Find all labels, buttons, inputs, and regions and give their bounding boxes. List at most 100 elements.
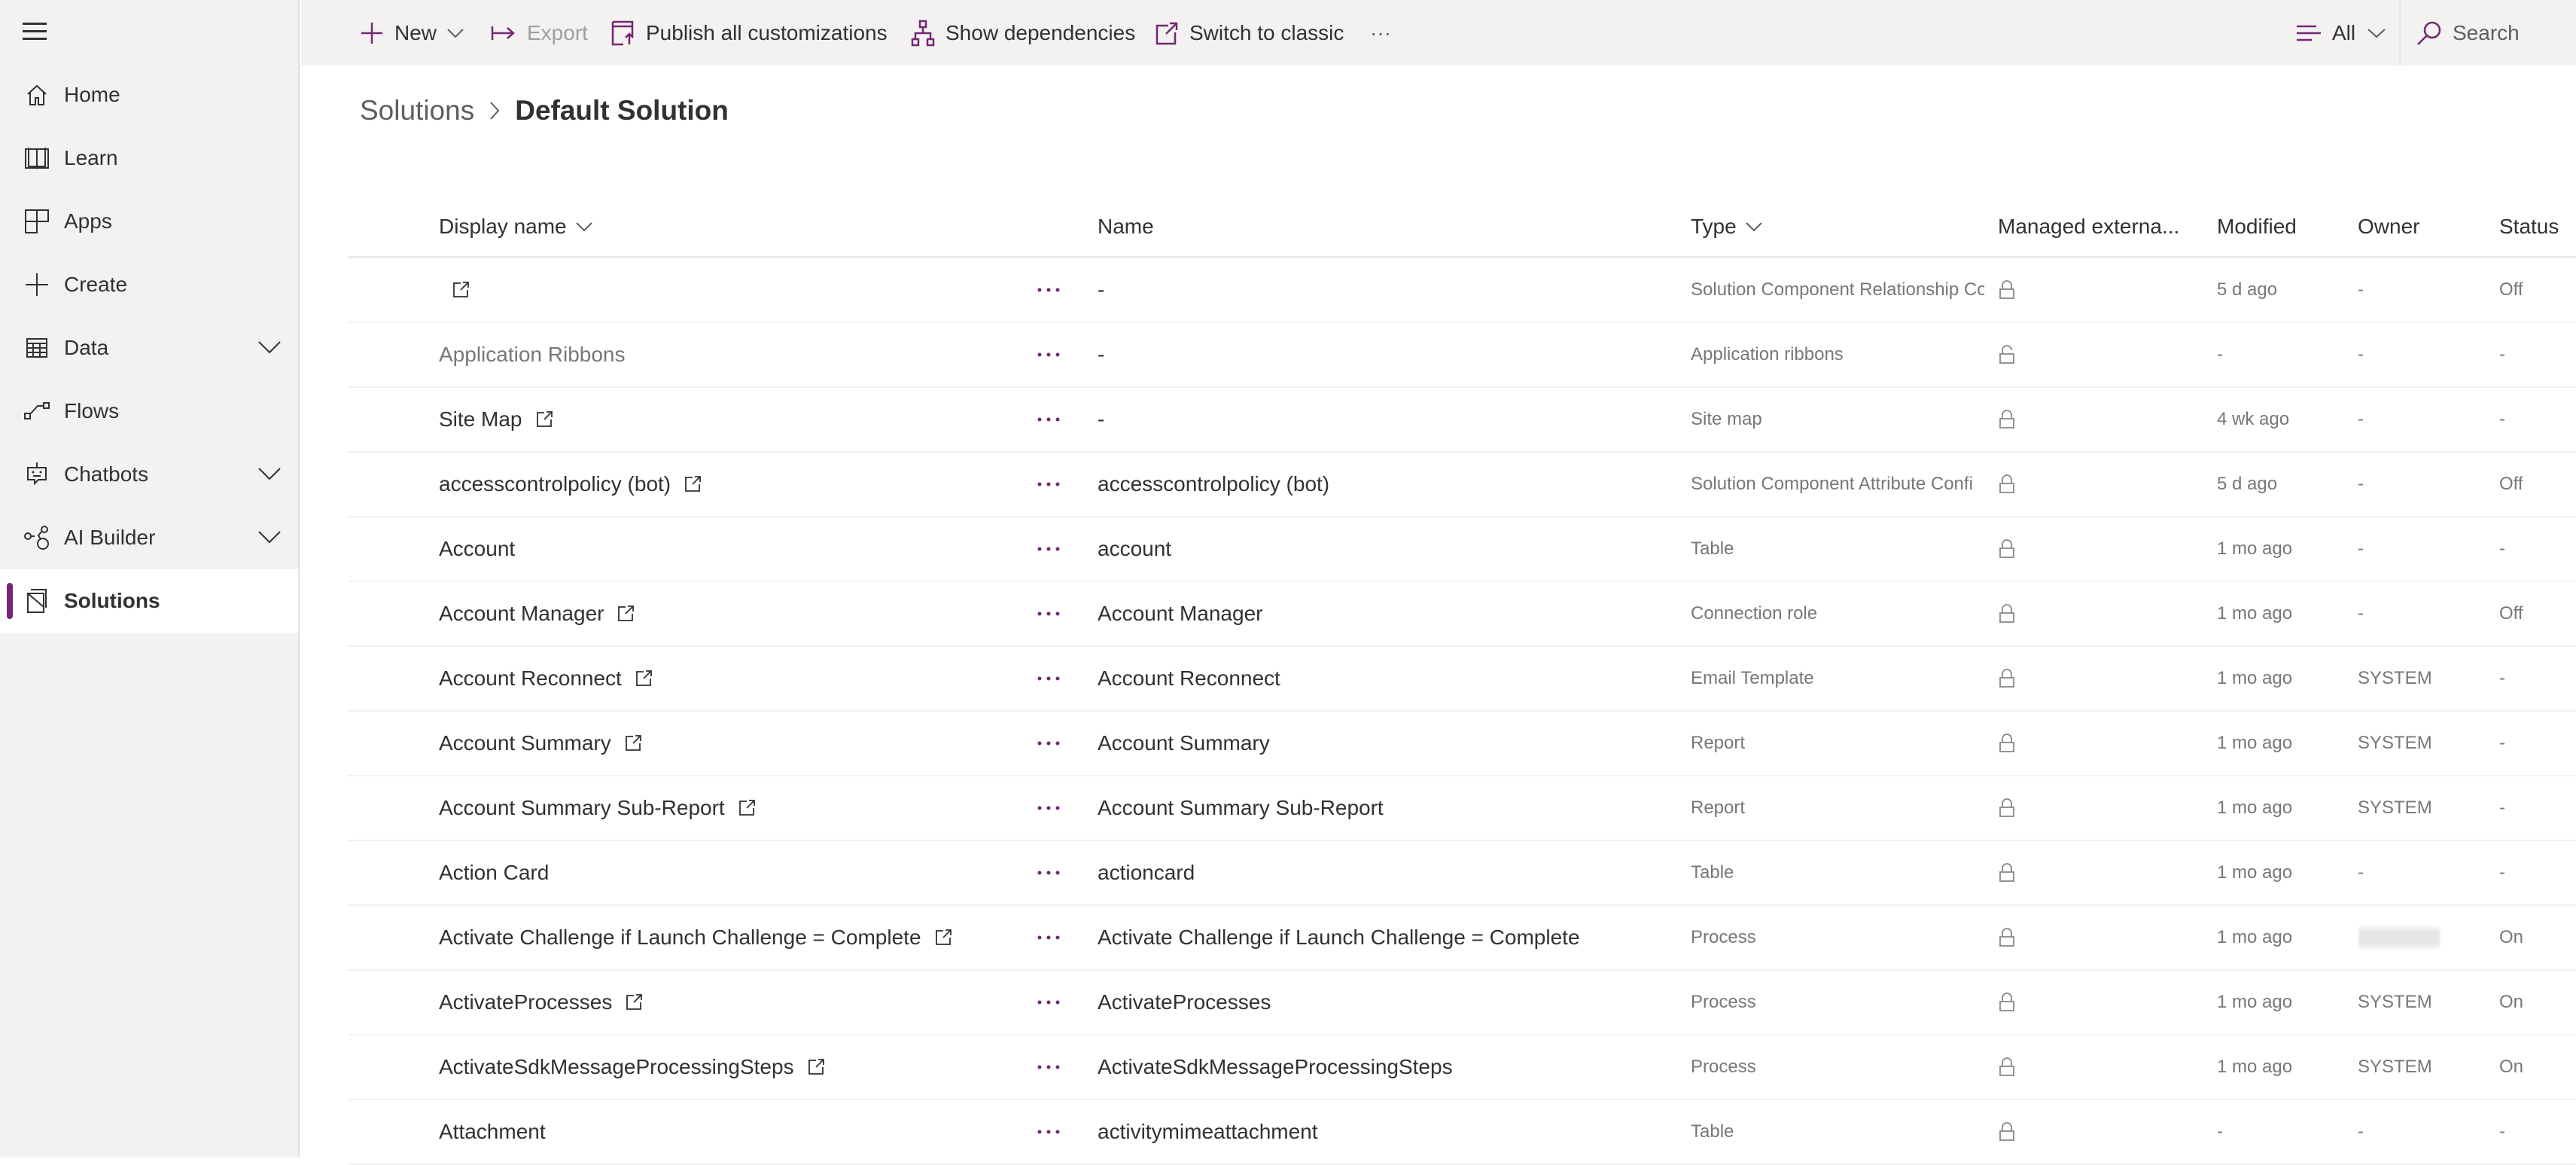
row-more-actions-button[interactable] bbox=[1030, 776, 1067, 840]
display-name-cell[interactable]: ActivateProcesses bbox=[439, 971, 643, 1034]
display-name-link[interactable]: Account Summary Sub-Report bbox=[439, 796, 725, 820]
chevron-down-icon[interactable] bbox=[258, 340, 281, 355]
display-name-cell[interactable]: Account Summary Sub-Report bbox=[439, 776, 755, 840]
view-filter-dropdown[interactable]: All bbox=[2296, 0, 2396, 66]
table-row[interactable]: Action Card actioncard Table 1 mo ago - - bbox=[348, 841, 2576, 906]
open-external-icon[interactable] bbox=[684, 476, 702, 493]
table-row[interactable]: Activate Challenge if Launch Challenge =… bbox=[348, 906, 2576, 971]
display-name-cell[interactable]: Activate Challenge if Launch Challenge =… bbox=[439, 906, 952, 969]
row-more-actions-button[interactable] bbox=[1030, 388, 1067, 451]
display-name-link[interactable]: Account bbox=[439, 537, 515, 561]
table-row[interactable]: Account Reconnect Account Reconnect Email … bbox=[348, 647, 2576, 712]
sidebar-item-apps[interactable]: Apps bbox=[0, 190, 298, 253]
display-name-cell[interactable]: Action Card bbox=[439, 841, 549, 904]
display-name-cell[interactable]: Account Reconnect bbox=[439, 647, 652, 710]
sidebar-item-data[interactable]: Data bbox=[0, 316, 298, 380]
sidebar-item-flows[interactable]: Flows bbox=[0, 380, 298, 443]
table-row[interactable]: Account Summary Account Summary Report 1 mo… bbox=[348, 712, 2576, 776]
display-name-cell[interactable] bbox=[439, 258, 469, 322]
column-header-type[interactable]: Type bbox=[1691, 194, 1762, 258]
hamburger-icon[interactable] bbox=[23, 23, 48, 41]
row-more-actions-button[interactable] bbox=[1030, 453, 1067, 516]
export-button[interactable]: Export bbox=[491, 0, 588, 66]
sidebar-item-create[interactable]: Create bbox=[0, 253, 298, 316]
row-more-actions-button[interactable] bbox=[1030, 712, 1067, 775]
table-row[interactable]: - Solution Component Relationship Co 5 d a… bbox=[348, 258, 2576, 323]
open-external-icon[interactable] bbox=[626, 994, 643, 1011]
row-more-actions-button[interactable] bbox=[1030, 647, 1067, 710]
column-header-status[interactable]: Status bbox=[2499, 194, 2559, 258]
display-name-link[interactable]: Account Summary bbox=[439, 731, 611, 755]
table-row[interactable]: Account Summary Sub-Report Account Summar… bbox=[348, 776, 2576, 841]
display-name-cell[interactable]: Account Summary bbox=[439, 712, 641, 775]
display-name-link[interactable]: Application Ribbons bbox=[439, 343, 626, 367]
column-header-modified[interactable]: Modified bbox=[2217, 194, 2297, 258]
new-button[interactable]: New bbox=[360, 0, 474, 66]
table-row[interactable]: Site Map - Site map 4 wk ago - - bbox=[348, 388, 2576, 453]
display-name-cell[interactable]: Site Map bbox=[439, 388, 553, 451]
chevron-down-icon[interactable] bbox=[258, 467, 281, 482]
status-cell: - bbox=[2499, 538, 2505, 559]
column-header-managed-externally[interactable]: Managed externa... bbox=[1998, 194, 2179, 258]
column-header-owner[interactable]: Owner bbox=[2358, 194, 2419, 258]
display-name-link[interactable]: Activate Challenge if Launch Challenge =… bbox=[439, 926, 921, 950]
more-commands-button[interactable]: ··· bbox=[1370, 0, 1391, 66]
row-more-actions-button[interactable] bbox=[1030, 971, 1067, 1034]
filter-label: All bbox=[2332, 20, 2356, 44]
open-external-icon[interactable] bbox=[738, 800, 755, 816]
table-row[interactable]: Account Manager Account Manager Connection… bbox=[348, 582, 2576, 647]
display-name-link[interactable]: accesscontrolpolicy (bot) bbox=[439, 472, 671, 496]
display-name-link[interactable]: ActivateSdkMessageProcessingSteps bbox=[439, 1055, 794, 1079]
table-row[interactable]: ActivateProcesses ActivateProcesses Proces… bbox=[348, 971, 2576, 1035]
breadcrumb-solutions-link[interactable]: Solutions bbox=[360, 95, 474, 127]
search-box[interactable]: Search bbox=[2416, 0, 2520, 66]
chevron-down-icon[interactable] bbox=[258, 530, 281, 545]
display-name-link[interactable]: Attachment bbox=[439, 1120, 546, 1144]
display-name-cell[interactable]: Application Ribbons bbox=[439, 323, 626, 386]
row-more-actions-button[interactable] bbox=[1030, 517, 1067, 581]
row-more-actions-button[interactable] bbox=[1030, 1100, 1067, 1163]
sidebar-item-chatbots[interactable]: Chatbots bbox=[0, 443, 298, 506]
row-more-actions-button[interactable] bbox=[1030, 323, 1067, 386]
publish-all-button[interactable]: Publish all customizations bbox=[611, 0, 888, 66]
switch-to-classic-button[interactable]: Switch to classic bbox=[1155, 0, 1344, 66]
owner-cell: SYSTEM bbox=[2358, 992, 2432, 1012]
display-name-cell[interactable]: Account bbox=[439, 517, 515, 581]
open-external-icon[interactable] bbox=[625, 735, 641, 752]
open-external-icon[interactable] bbox=[935, 929, 952, 946]
managed-cell bbox=[1992, 971, 2022, 1034]
table-row[interactable]: Attachment activitymimeattachment Table - - - bbox=[348, 1100, 2576, 1165]
column-header-display-name[interactable]: Display name bbox=[439, 194, 592, 258]
display-name-link[interactable]: ActivateProcesses bbox=[439, 990, 612, 1014]
open-external-icon[interactable] bbox=[808, 1059, 824, 1075]
table-row[interactable]: ActivateSdkMessageProcessingSteps Activat… bbox=[348, 1035, 2576, 1100]
open-external-icon[interactable] bbox=[635, 670, 652, 687]
open-external-icon[interactable] bbox=[617, 605, 635, 622]
row-more-actions-button[interactable] bbox=[1030, 582, 1067, 645]
display-name-cell[interactable]: ActivateSdkMessageProcessingSteps bbox=[439, 1035, 824, 1099]
column-header-name[interactable]: Name bbox=[1098, 194, 1154, 258]
sidebar-item-solutions[interactable]: Solutions bbox=[0, 569, 298, 633]
row-more-actions-button[interactable] bbox=[1030, 906, 1067, 969]
show-dependencies-button[interactable]: Show dependencies bbox=[911, 0, 1135, 66]
display-name-link[interactable]: Site Map bbox=[439, 407, 522, 432]
lock-icon bbox=[1999, 863, 2014, 883]
sidebar-item-learn[interactable]: Learn bbox=[0, 127, 298, 190]
table-row[interactable]: Application Ribbons - Application ribbons -… bbox=[348, 323, 2576, 388]
sidebar-item-home[interactable]: Home bbox=[0, 63, 298, 127]
display-name-link[interactable]: Action Card bbox=[439, 861, 549, 885]
sidebar-item-ai-builder[interactable]: AI Builder bbox=[0, 506, 298, 569]
open-external-icon[interactable] bbox=[452, 282, 469, 298]
row-more-actions-button[interactable] bbox=[1030, 1035, 1067, 1099]
display-name-link[interactable]: Account Reconnect bbox=[439, 666, 622, 691]
display-name-link[interactable]: Account Manager bbox=[439, 602, 604, 626]
row-more-actions-button[interactable] bbox=[1030, 841, 1067, 904]
display-name-cell[interactable]: Attachment bbox=[439, 1100, 546, 1163]
open-external-icon[interactable] bbox=[536, 411, 553, 428]
display-name-cell[interactable]: Account Manager bbox=[439, 582, 635, 645]
row-more-actions-button[interactable] bbox=[1030, 258, 1067, 322]
table-row[interactable]: accesscontrolpolicy (bot) accesscontrolpo… bbox=[348, 453, 2576, 517]
table-row[interactable]: Account account Table 1 mo ago - - bbox=[348, 517, 2576, 582]
display-name-cell[interactable]: accesscontrolpolicy (bot) bbox=[439, 453, 702, 516]
modified-cell: 4 wk ago bbox=[2217, 409, 2290, 429]
